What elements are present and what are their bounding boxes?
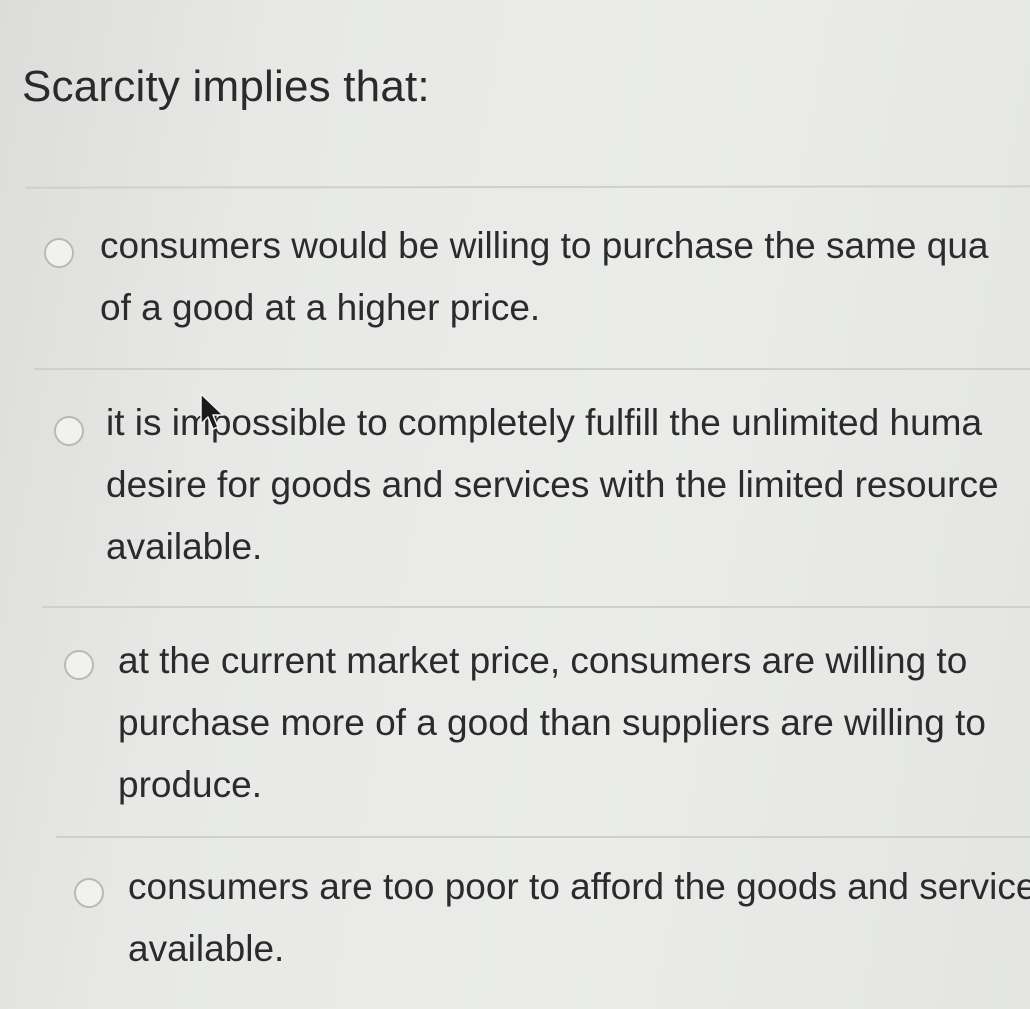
radio-button-option-1[interactable]	[44, 238, 74, 268]
mouse-pointer-icon	[200, 393, 224, 430]
divider	[42, 606, 1030, 608]
answer-option-3-label[interactable]: at the current market price, consumers a…	[118, 630, 1030, 816]
answer-option-2-label[interactable]: it is impossible to completely fulfill t…	[106, 392, 1030, 578]
answer-option-4[interactable]: consumers are too poor to afford the goo…	[0, 856, 1030, 1006]
radio-button-option-2[interactable]	[54, 416, 84, 446]
divider	[34, 368, 1030, 370]
radio-button-option-3[interactable]	[64, 650, 94, 680]
answer-option-1[interactable]: consumers would be willing to purchase t…	[0, 210, 1030, 360]
answer-option-3[interactable]: at the current market price, consumers a…	[0, 630, 1030, 830]
quiz-page: Scarcity implies that: consumers would b…	[0, 0, 1030, 1009]
question-title: Scarcity implies that:	[22, 62, 430, 111]
divider	[56, 836, 1030, 838]
answer-option-2[interactable]: it is impossible to completely fulfill t…	[0, 392, 1030, 597]
answer-option-4-label[interactable]: consumers are too poor to afford the goo…	[128, 856, 1030, 980]
radio-button-option-4[interactable]	[74, 878, 104, 908]
answer-option-1-label[interactable]: consumers would be willing to purchase t…	[100, 215, 1030, 339]
divider	[25, 185, 1030, 189]
